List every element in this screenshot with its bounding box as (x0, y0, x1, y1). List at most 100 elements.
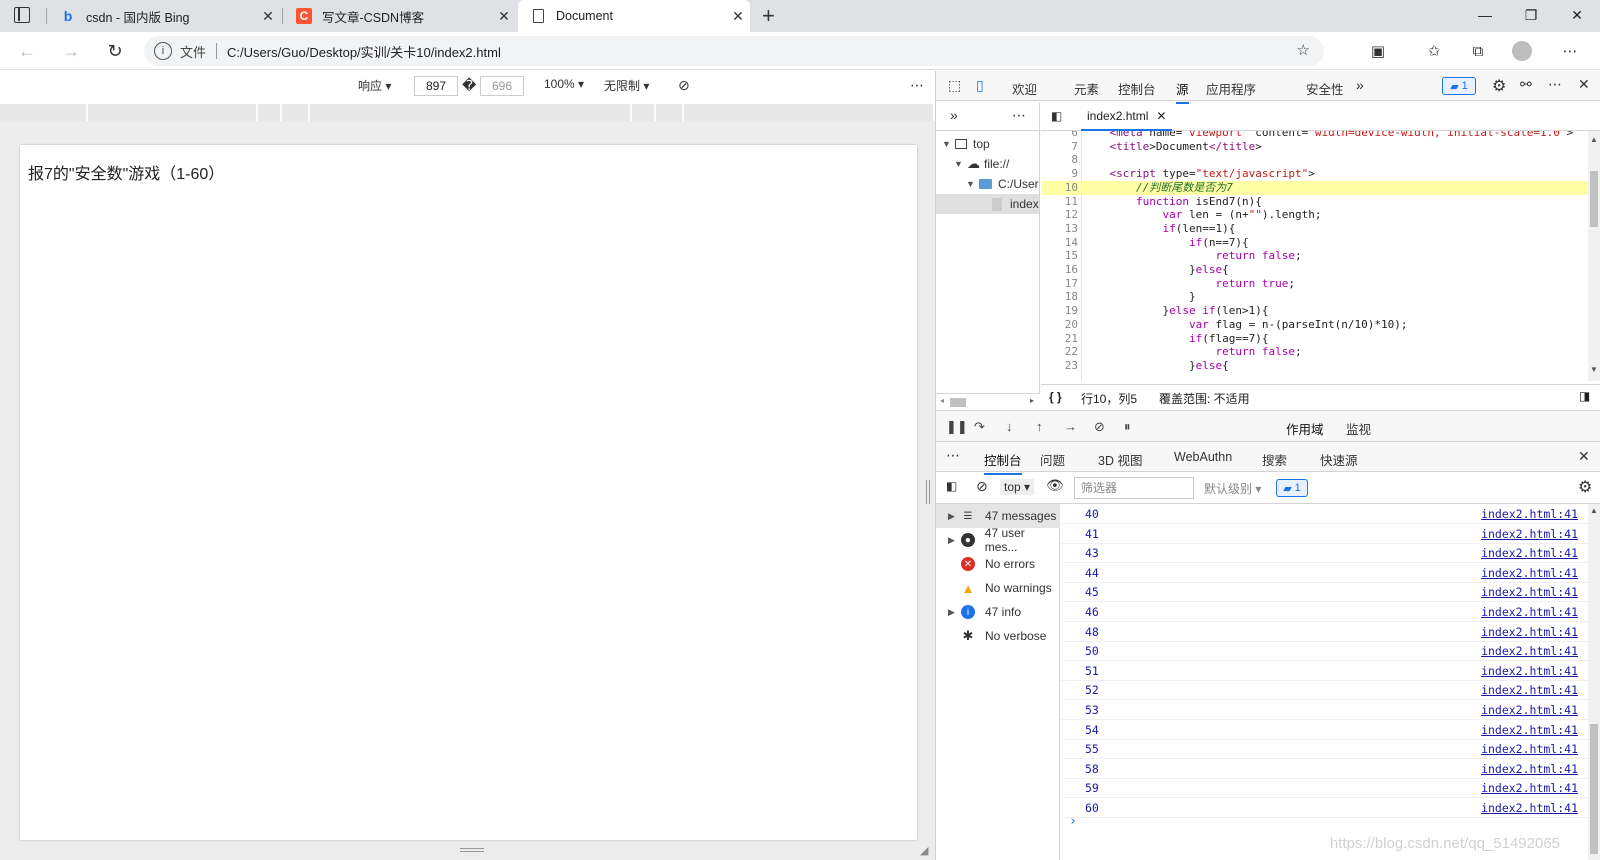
code-line[interactable]: 10 //判断尾数是否为7 (1041, 180, 1588, 195)
toggle-debugger-icon[interactable]: ◨ (1579, 389, 1590, 403)
code-line[interactable]: 20 var flag = n-(parseInt(n/10)*10); (1041, 318, 1588, 332)
throttle-select[interactable]: 无限制 ▾ (604, 77, 649, 94)
sidebar-item-warnings[interactable]: ▲ No warnings (936, 576, 1060, 600)
zoom-select[interactable]: 100% ▾ (544, 77, 584, 91)
minimize-icon[interactable]: — (1462, 0, 1508, 30)
code-editor[interactable]: 6 <meta name="viewport" content="width=d… (1041, 131, 1588, 381)
line-number[interactable]: 18 (1041, 290, 1078, 304)
line-number[interactable]: 17 (1041, 277, 1078, 291)
pause-icon[interactable]: ❚❚ (946, 419, 968, 435)
console-filter-input[interactable]: 筛选器 (1074, 477, 1194, 499)
code-line[interactable]: 6 <meta name="viewport" content="width=d… (1041, 131, 1588, 140)
line-number[interactable]: 15 (1041, 249, 1078, 263)
close-devtools-icon[interactable]: ✕ (1578, 76, 1590, 93)
code-line[interactable]: 13 if(len==1){ (1041, 222, 1588, 236)
new-tab-button[interactable]: + (762, 3, 775, 29)
code-line[interactable]: 7 <title>Document</title> (1041, 140, 1588, 154)
message-source-link[interactable]: index2.html:41 (1481, 566, 1578, 580)
close-file-icon[interactable]: ✕ (1156, 109, 1166, 123)
settings-icon[interactable]: ⚙ (1492, 76, 1506, 96)
message-source-link[interactable]: index2.html:41 (1481, 723, 1578, 737)
toggle-navigator-icon[interactable]: ◧ (1051, 109, 1062, 123)
scroll-left-icon[interactable]: ◂ (940, 396, 944, 405)
reload-button[interactable]: ↻ (100, 37, 130, 65)
code-line[interactable]: 8 (1041, 153, 1588, 167)
line-number[interactable]: 14 (1041, 236, 1078, 250)
scroll-right-icon[interactable]: ▸ (1030, 396, 1034, 405)
forward-button[interactable]: → (56, 37, 86, 65)
scroll-up-icon[interactable]: ▲ (1590, 135, 1598, 144)
swap-dimensions-icon[interactable]: � (462, 77, 476, 94)
code-line[interactable]: 9 <script type="text/javascript"> (1041, 167, 1588, 181)
context-select[interactable]: top ▾ (1000, 479, 1035, 495)
back-button[interactable]: ← (12, 37, 42, 65)
tree-item-file[interactable]: ▼ ☁ file:// (954, 154, 1039, 174)
more-navigator-tabs-icon[interactable]: » (950, 107, 958, 123)
console-scrollbar[interactable]: ▲ (1588, 504, 1600, 860)
message-source-link[interactable]: index2.html:41 (1481, 742, 1578, 756)
resize-handle-side[interactable] (926, 480, 930, 504)
message-source-link[interactable]: index2.html:41 (1481, 546, 1578, 560)
avatar[interactable] (1508, 38, 1536, 64)
tree-item-folder[interactable]: ▼ C:/User (966, 174, 1039, 194)
viewport-height-input[interactable]: 696 (480, 76, 524, 96)
expand-arrow-icon[interactable]: ▶ (948, 535, 956, 546)
code-line[interactable]: 23 }else{ (1041, 359, 1588, 373)
line-number[interactable]: 19 (1041, 304, 1078, 318)
restore-icon[interactable]: ❐ (1508, 0, 1554, 30)
tab-console[interactable]: 控制台 (1118, 79, 1156, 98)
browser-tab-bing[interactable]: b csdn - 国内版 Bing ✕ (48, 0, 280, 32)
expand-arrow-icon[interactable]: ▼ (954, 159, 963, 169)
toggle-sidebar-icon[interactable]: ◧ (946, 479, 957, 493)
code-line[interactable]: 14 if(n==7){ (1041, 236, 1588, 250)
device-toggle-icon[interactable]: ▯ (976, 77, 984, 94)
log-level-select[interactable]: 默认级别 ▾ (1204, 480, 1261, 497)
navigator-scrollbar[interactable]: ◂ ▸ (936, 393, 1040, 410)
line-number[interactable]: 8 (1041, 153, 1078, 167)
browser-tab-csdn[interactable]: C 写文章-CSDN博客 ✕ (284, 0, 516, 32)
message-source-link[interactable]: index2.html:41 (1481, 801, 1578, 815)
code-line[interactable]: 19 }else if(len>1){ (1041, 304, 1588, 318)
message-source-link[interactable]: index2.html:41 (1481, 605, 1578, 619)
sidebar-item-verbose[interactable]: ✱ No verbose (936, 624, 1060, 648)
line-number[interactable]: 9 (1041, 167, 1078, 181)
devtools-menu-icon[interactable]: ⋯ (1548, 76, 1562, 93)
line-number[interactable]: 12 (1041, 208, 1078, 222)
line-number[interactable]: 20 (1041, 318, 1078, 332)
more-tabs-icon[interactable]: » (1356, 77, 1364, 93)
expand-arrow-icon[interactable]: ▶ (948, 607, 956, 618)
line-number[interactable]: 23 (1041, 359, 1078, 373)
message-source-link[interactable]: index2.html:41 (1481, 585, 1578, 599)
connect-icon[interactable]: ⚯ (1520, 76, 1532, 93)
tab-application[interactable]: 应用程序 (1206, 79, 1256, 98)
inspect-icon[interactable]: ⬚ (948, 77, 961, 94)
code-line[interactable]: 18 } (1041, 290, 1588, 304)
close-window-icon[interactable]: ✕ (1554, 0, 1600, 30)
editor-scrollbar[interactable]: ▲ ▼ (1588, 131, 1600, 381)
tab-sources[interactable]: 源 (1176, 79, 1189, 104)
resize-handle-bottom[interactable] (460, 848, 484, 852)
scroll-down-icon[interactable]: ▼ (1590, 365, 1598, 374)
close-tab-icon[interactable]: ✕ (256, 8, 280, 25)
extension-icon[interactable]: ▣ (1364, 38, 1392, 64)
line-number[interactable]: 10 (1041, 181, 1078, 195)
drawer-tab-webauthn[interactable]: WebAuthn (1174, 450, 1232, 464)
collections-icon[interactable]: ⧉ (1464, 38, 1492, 64)
sidebar-item-user-messages[interactable]: ▶ ● 47 user mes... (936, 526, 1060, 554)
add-favorite-icon[interactable]: ☆ (1297, 41, 1310, 59)
tab-scope[interactable]: 作用域 (1286, 419, 1324, 444)
expand-arrow-icon[interactable]: ▼ (942, 139, 951, 149)
pretty-print-button[interactable]: { } (1049, 390, 1062, 404)
favorites-icon[interactable]: ✩ (1420, 38, 1448, 64)
close-tab-icon[interactable]: ✕ (492, 8, 516, 25)
code-line[interactable]: 17 return true; (1041, 277, 1588, 291)
clear-console-icon[interactable]: ⊘ (976, 478, 988, 495)
line-number[interactable]: 16 (1041, 263, 1078, 277)
url-text[interactable]: C:/Users/Guo/Desktop/实训/关卡10/index2.html (227, 42, 501, 61)
message-source-link[interactable]: index2.html:41 (1481, 781, 1578, 795)
close-tab-icon[interactable]: ✕ (726, 8, 750, 25)
console-issues-badge[interactable]: ▰ 1 (1276, 479, 1308, 497)
step-out-icon[interactable]: ↑ (1036, 419, 1043, 434)
message-source-link[interactable]: index2.html:41 (1481, 625, 1578, 639)
scroll-up-icon[interactable]: ▲ (1590, 506, 1598, 515)
